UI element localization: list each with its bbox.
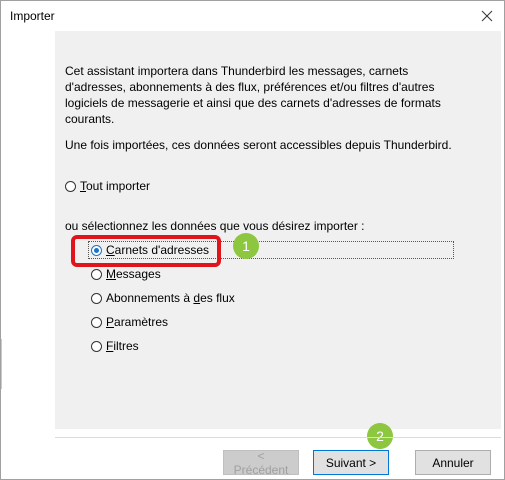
import-all-radio[interactable] bbox=[65, 180, 76, 192]
cancel-button[interactable]: Annuler bbox=[415, 450, 491, 475]
feeds-radio[interactable] bbox=[91, 292, 102, 304]
messages-radio[interactable] bbox=[91, 268, 102, 280]
previous-button[interactable]: < Précédent bbox=[223, 449, 299, 477]
annotation-highlight-box bbox=[71, 235, 221, 267]
next-button[interactable]: Suivant > bbox=[313, 450, 389, 475]
filters-radio[interactable] bbox=[91, 340, 102, 352]
feeds-label: Abonnements à des flux bbox=[106, 291, 235, 305]
filters-label: Filtres bbox=[106, 339, 139, 353]
settings-radio[interactable] bbox=[91, 316, 102, 328]
selection-label: ou sélectionnez les données que vous dés… bbox=[65, 219, 365, 233]
footer-divider bbox=[55, 437, 501, 438]
option-settings[interactable]: Paramètres bbox=[91, 314, 168, 330]
option-feeds[interactable]: Abonnements à des flux bbox=[91, 290, 235, 306]
import-all-option[interactable]: Tout importer bbox=[65, 178, 150, 194]
window-title: Importer bbox=[10, 9, 55, 23]
annotation-badge-2: 2 bbox=[367, 423, 393, 449]
importer-dialog: Importer Cet assistant importera dans Th… bbox=[0, 0, 505, 480]
title-bar: Importer bbox=[1, 1, 504, 31]
close-icon bbox=[481, 10, 493, 22]
annotation-badge-1: 1 bbox=[233, 233, 259, 259]
option-messages[interactable]: Messages bbox=[91, 266, 161, 282]
intro-subline: Une fois importées, ces données seront a… bbox=[65, 138, 452, 152]
close-button[interactable] bbox=[470, 1, 504, 31]
option-filters[interactable]: Filtres bbox=[91, 338, 139, 354]
import-all-label: Tout importer bbox=[80, 179, 151, 193]
settings-label: Paramètres bbox=[106, 315, 169, 329]
messages-label: Messages bbox=[106, 267, 161, 281]
left-edge-divider bbox=[1, 339, 5, 389]
intro-paragraph: Cet assistant importera dans Thunderbird… bbox=[65, 64, 441, 126]
